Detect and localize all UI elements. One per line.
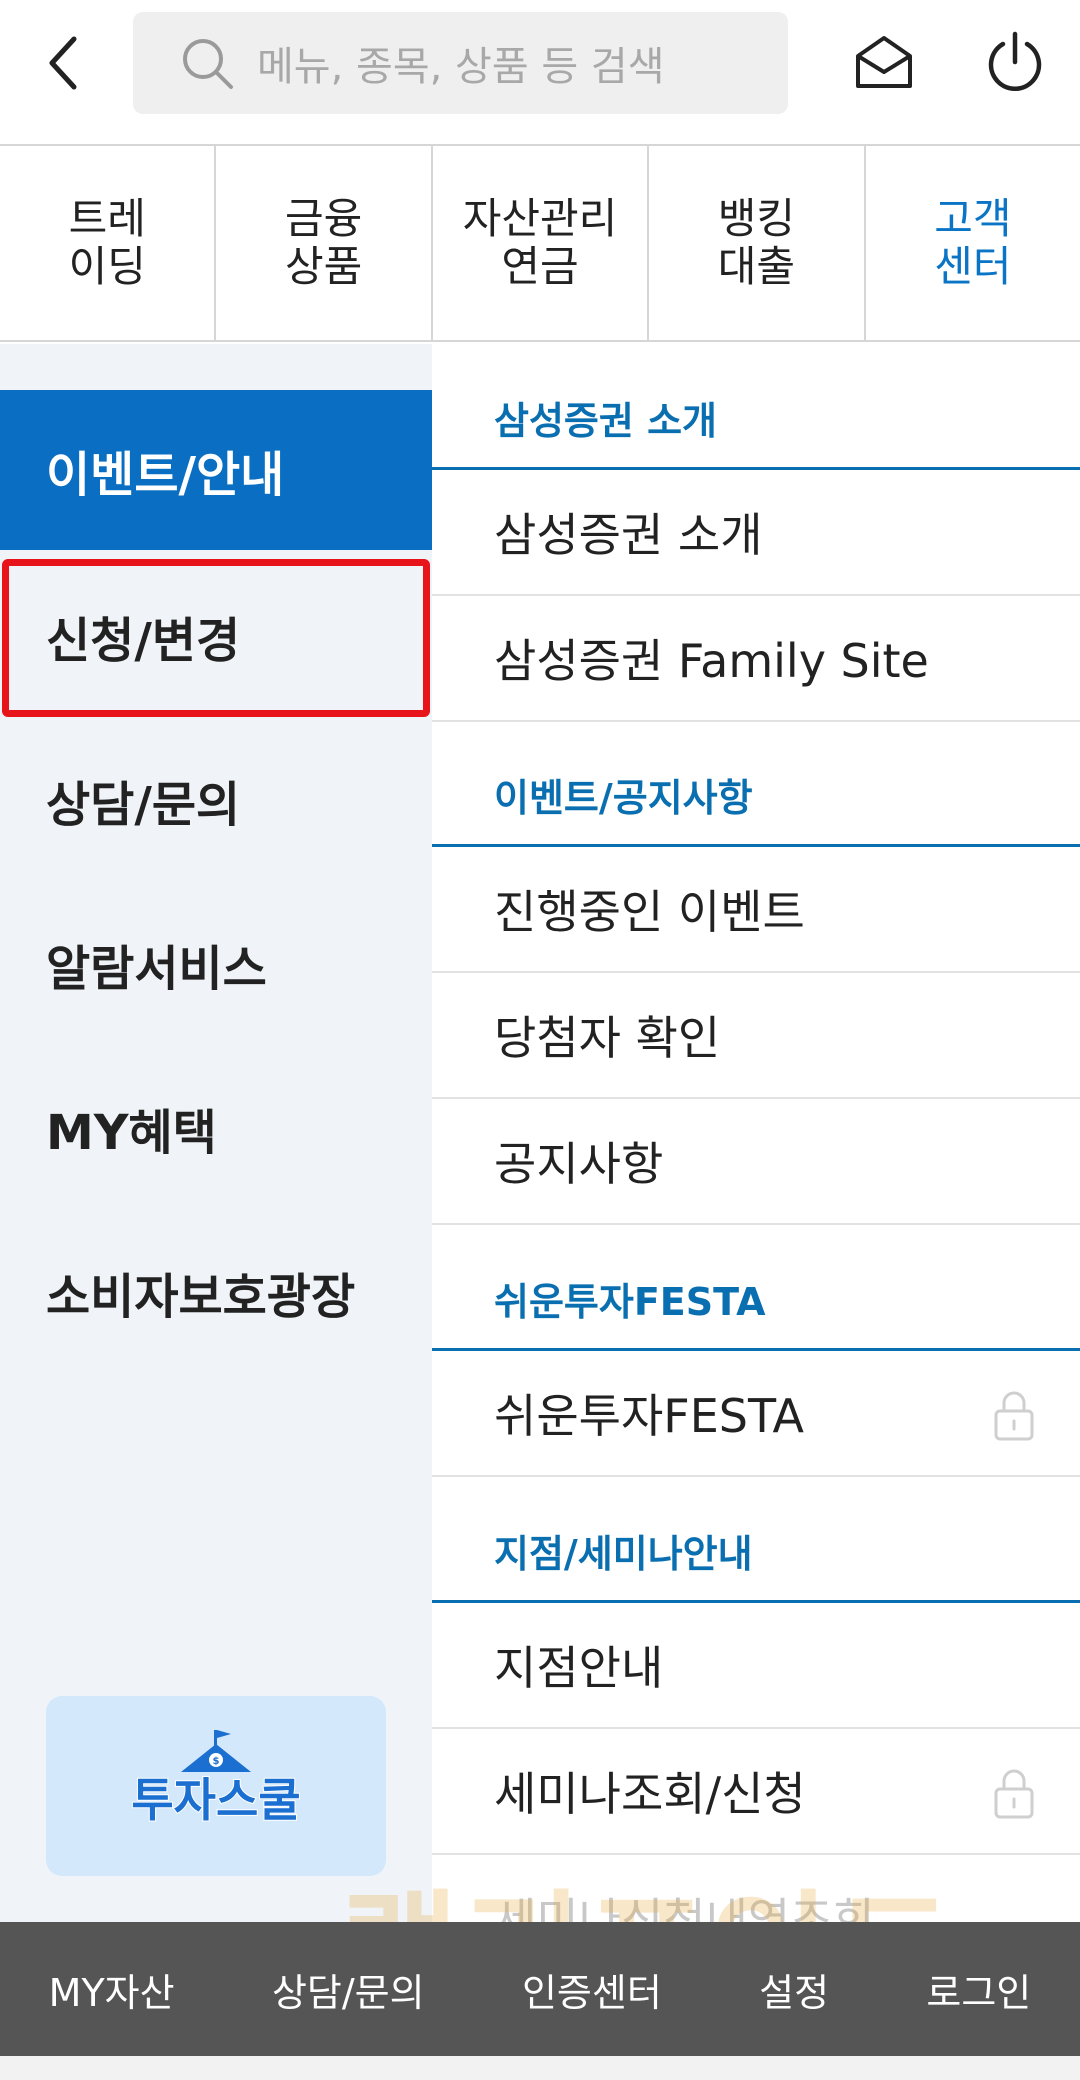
bottom-bar: MY자산 상담/문의 인증센터 설정 로그인 bbox=[0, 1922, 1080, 2056]
tab-label-line1: 고객 bbox=[934, 194, 1012, 243]
menu-link-seminar-history[interactable]: 세미나신청내역조회 bbox=[432, 1855, 1080, 1922]
search-input[interactable]: 메뉴, 종목, 상품 등 검색 bbox=[133, 12, 788, 114]
tab-financial-products[interactable]: 금융 상품 bbox=[216, 146, 433, 340]
section-header: 삼성증권 소개 bbox=[432, 344, 1080, 470]
mail-button[interactable] bbox=[852, 30, 916, 94]
tab-label-line2: 센터 bbox=[934, 242, 1012, 291]
tab-asset-management[interactable]: 자산관리 연금 bbox=[433, 146, 650, 340]
menu-link-label: 세미나조회/신청 bbox=[494, 1767, 806, 1821]
tab-label-line2: 상품 bbox=[284, 242, 363, 291]
tab-label-line1: 금융 bbox=[284, 194, 363, 243]
svg-text:$: $ bbox=[213, 1756, 220, 1767]
section-header: 이벤트/공지사항 bbox=[432, 721, 1080, 847]
left-menu-item-alarm-service[interactable]: 알람서비스 bbox=[0, 884, 432, 1044]
submenu-panel: 삼성증권 소개 삼성증권 소개 삼성증권 Family Site 이벤트/공지사… bbox=[432, 344, 1080, 1922]
tab-label-line2: 이딩 bbox=[68, 242, 146, 291]
left-menu: 이벤트/안내 신청/변경 상담/문의 알람서비스 MY혜택 소비자보호광장 bbox=[0, 344, 432, 1922]
tab-label-line1: 뱅킹 bbox=[717, 194, 796, 243]
tab-banking[interactable]: 뱅킹 대출 bbox=[649, 146, 866, 340]
tab-label-line1: 트레 bbox=[68, 194, 146, 243]
menu-link-festa[interactable]: 쉬운투자FESTA bbox=[432, 1351, 1080, 1477]
power-icon bbox=[988, 31, 1042, 91]
menu-link-company-intro[interactable]: 삼성증권 소개 bbox=[432, 470, 1080, 596]
power-button[interactable] bbox=[985, 30, 1045, 96]
bottom-item-consultation[interactable]: 상담/문의 bbox=[272, 1962, 425, 2017]
category-tabs: 트레 이딩 금융 상품 자산관리 연금 뱅킹 대출 고객 센터 bbox=[0, 146, 1080, 342]
menu-link-winners[interactable]: 당첨자 확인 bbox=[432, 973, 1080, 1099]
tab-label-line2: 연금 bbox=[501, 242, 579, 291]
bottom-item-settings[interactable]: 설정 bbox=[759, 1962, 829, 2017]
menu-link-family-site[interactable]: 삼성증권 Family Site bbox=[432, 596, 1080, 722]
left-menu-item-consumer-protection[interactable]: 소비자보호광장 bbox=[0, 1212, 432, 1372]
banner-label: 투자스쿨 bbox=[131, 1773, 300, 1827]
section-header: 쉬운투자FESTA bbox=[432, 1225, 1080, 1351]
left-menu-item-my-benefits[interactable]: MY혜택 bbox=[0, 1048, 432, 1208]
left-menu-item-apply-change[interactable]: 신청/변경 bbox=[0, 556, 432, 716]
left-menu-item-consultation[interactable]: 상담/문의 bbox=[0, 720, 432, 880]
bottom-item-login[interactable]: 로그인 bbox=[926, 1962, 1031, 2017]
invest-school-logo: $ 투자스쿨 bbox=[130, 1730, 302, 1828]
bottom-item-certification[interactable]: 인증센터 bbox=[522, 1962, 662, 2017]
lock-icon bbox=[994, 1391, 1034, 1441]
menu-link-branch-info[interactable]: 지점안내 bbox=[432, 1603, 1080, 1729]
tab-label-line1: 자산관리 bbox=[462, 194, 618, 243]
menu-link-notices[interactable]: 공지사항 bbox=[432, 1099, 1080, 1225]
search-placeholder: 메뉴, 종목, 상품 등 검색 bbox=[257, 44, 665, 90]
search-icon bbox=[183, 39, 233, 89]
bottom-item-my-assets[interactable]: MY자산 bbox=[49, 1962, 175, 2017]
back-button[interactable] bbox=[36, 28, 92, 98]
left-menu-item-events[interactable]: 이벤트/안내 bbox=[0, 390, 432, 550]
top-bar: 메뉴, 종목, 상품 등 검색 bbox=[0, 0, 1080, 146]
tab-label-line2: 대출 bbox=[717, 242, 796, 291]
tab-customer-center[interactable]: 고객 센터 bbox=[866, 146, 1080, 340]
tab-trading[interactable]: 트레 이딩 bbox=[0, 146, 217, 340]
lock-icon bbox=[994, 1769, 1034, 1819]
menu-link-ongoing-events[interactable]: 진행중인 이벤트 bbox=[432, 847, 1080, 973]
system-nav-strip bbox=[0, 2056, 1080, 2080]
invest-school-banner[interactable]: $ 투자스쿨 bbox=[46, 1696, 386, 1876]
menu-link-label: 쉬운투자FESTA bbox=[494, 1389, 804, 1443]
section-header: 지점/세미나안내 bbox=[432, 1477, 1080, 1603]
menu-link-seminar-apply[interactable]: 세미나조회/신청 bbox=[432, 1729, 1080, 1855]
mail-icon bbox=[856, 36, 912, 88]
chevron-left-icon bbox=[49, 36, 77, 90]
